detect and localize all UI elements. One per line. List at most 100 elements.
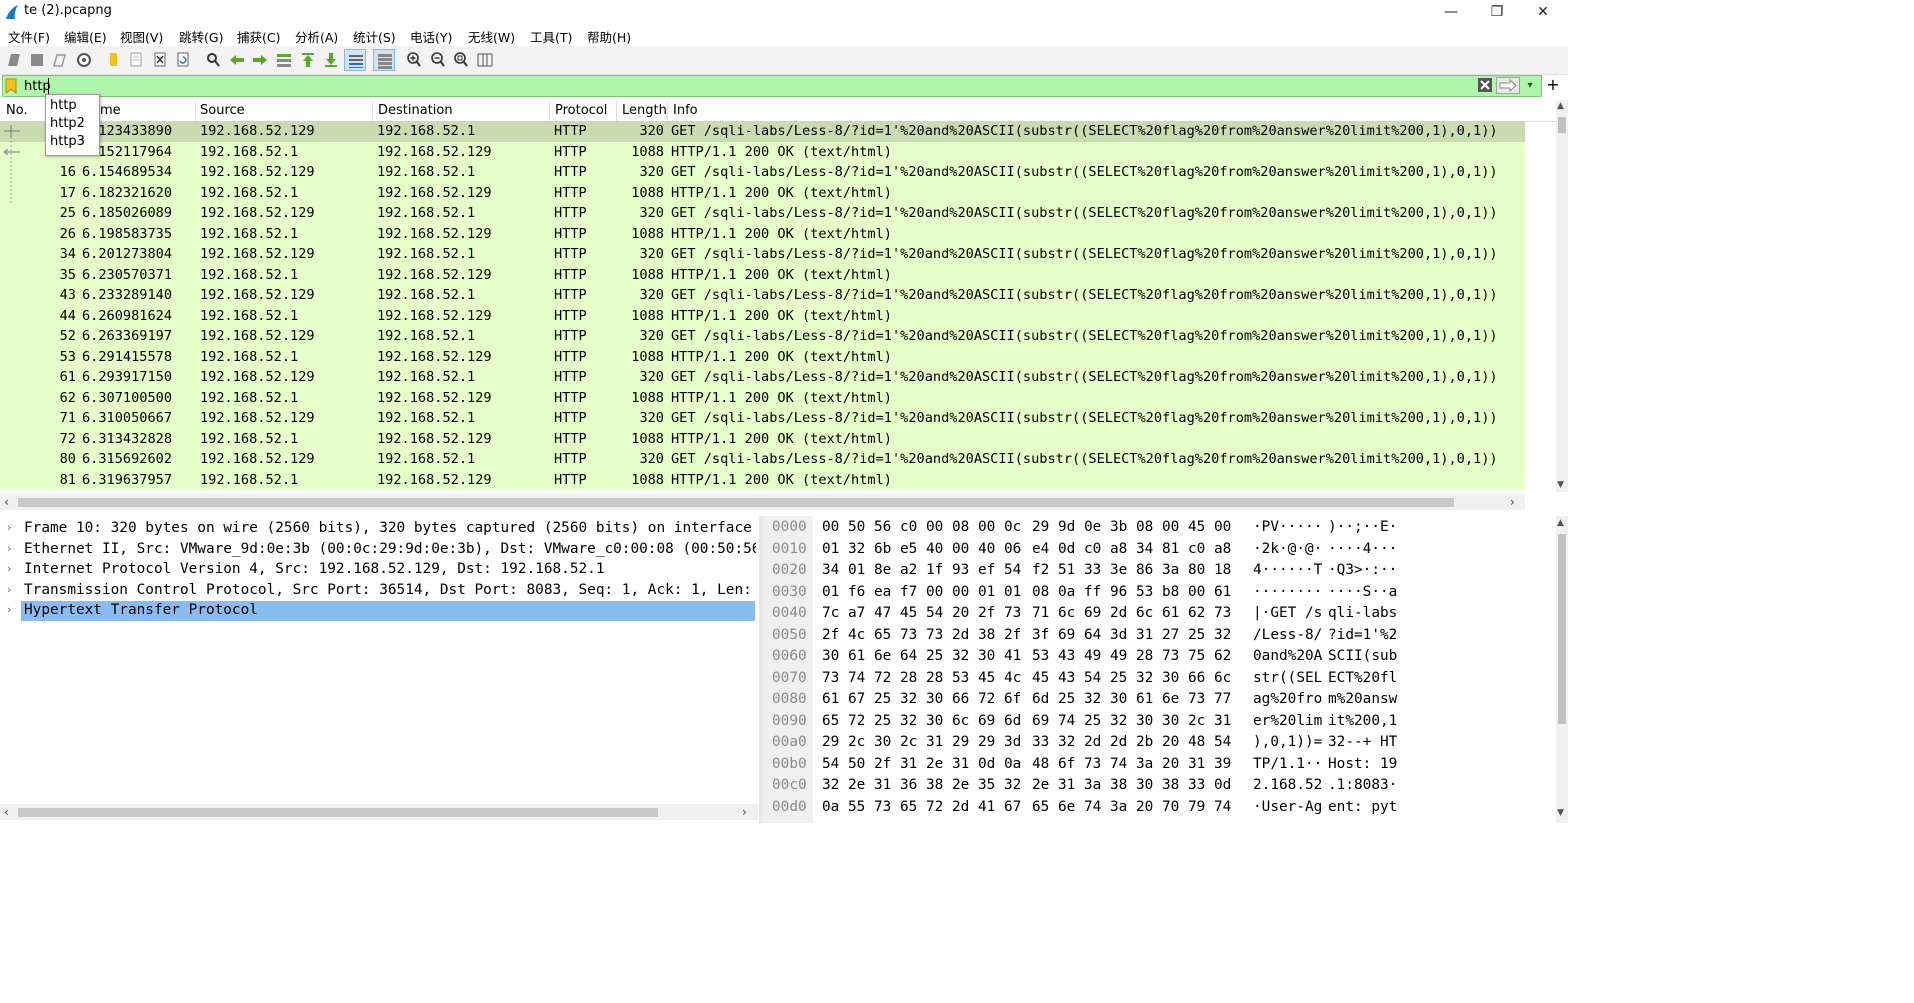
ascii-bytes-group[interactable]: ag%20fro	[1253, 691, 1322, 713]
hex-bytes-group[interactable]: 69 74 25 32 30 30 2c 31	[1032, 713, 1231, 735]
hex-bytes-group[interactable]: f2 51 33 3e 86 3a 80 18	[1032, 562, 1231, 584]
column-header-length[interactable]: Length	[622, 103, 667, 118]
ascii-bytes-group[interactable]: SCII(sub	[1328, 648, 1397, 670]
ascii-bytes-group[interactable]: .1:8083·	[1328, 777, 1397, 799]
ascii-bytes-group[interactable]: ECT%20fl	[1328, 670, 1397, 692]
close-file-icon[interactable]	[149, 49, 171, 71]
packet-row[interactable]: 116.152117964192.168.52.1192.168.52.129H…	[0, 142, 1525, 163]
close-button[interactable]: ✕	[1520, 0, 1566, 24]
packet-row[interactable]: 26 6.198583735 192.168.52.1 192.168.52.129 H…	[0, 224, 1525, 245]
details-tree-item[interactable]: › Hypertext Transfer Protocol	[0, 601, 756, 622]
scrollbar-thumb[interactable]	[1558, 534, 1566, 724]
menu-help[interactable]: 帮助(H)	[587, 27, 631, 46]
hex-bytes-group[interactable]: 00 50 56 c0 00 08 00 0c	[822, 519, 1021, 541]
byte-offset[interactable]: 00c0	[772, 777, 807, 799]
column-divider[interactable]	[616, 100, 617, 121]
scroll-left-arrow-icon[interactable]: ‹	[4, 805, 9, 819]
apply-filter-button[interactable]	[1496, 77, 1520, 94]
find-packet-icon[interactable]	[202, 49, 224, 71]
byte-offset[interactable]: 00a0	[772, 734, 807, 756]
hex-bytes-group[interactable]: 33 32 2d 2d 2b 20 48 54	[1032, 734, 1231, 756]
packet-row[interactable]: 80 6.315692602 192.168.52.129 192.168.52.1 H…	[0, 449, 1525, 470]
byte-offset[interactable]: 00d0	[772, 799, 807, 821]
ascii-bytes-group[interactable]: 4······T	[1253, 562, 1322, 584]
hex-bytes-group[interactable]: 65 72 25 32 30 6c 69 6d	[822, 713, 1021, 735]
reload-file-icon[interactable]	[172, 49, 194, 71]
clear-filter-icon[interactable]	[1478, 78, 1492, 92]
byte-offset[interactable]: 0020	[772, 562, 807, 584]
byte-offset[interactable]: 0010	[772, 541, 807, 563]
packet-row[interactable]: 35 6.230570371 192.168.52.1 192.168.52.129 H…	[0, 265, 1525, 286]
packet-details-tree[interactable]: › Frame 10: 320 bytes on wire (2560 bits)…	[0, 516, 758, 801]
menu-edit[interactable]: 编辑(E)	[64, 27, 107, 46]
column-divider[interactable]	[372, 100, 373, 121]
scrollbar-thumb[interactable]	[1558, 117, 1566, 133]
scroll-left-arrow-icon[interactable]: ‹	[4, 495, 9, 509]
hex-bytes-group[interactable]: 45 43 54 25 32 30 66 6c	[1032, 670, 1231, 692]
scroll-right-arrow-icon[interactable]: ›	[742, 805, 747, 819]
packet-row[interactable]: 62 6.307100500 192.168.52.1 192.168.52.129 H…	[0, 388, 1525, 409]
scrollbar-thumb[interactable]	[18, 808, 658, 817]
scroll-up-arrow-icon[interactable]: ▲	[1557, 518, 1564, 528]
menu-wireless[interactable]: 无线(W)	[468, 27, 515, 46]
menu-capture[interactable]: 捕获(C)	[237, 27, 280, 46]
resize-columns-icon[interactable]	[474, 49, 496, 71]
column-header-info[interactable]: Info	[673, 103, 698, 118]
hex-bytes-group[interactable]: 6d 25 32 30 61 6e 73 77	[1032, 691, 1231, 713]
ascii-bytes-group[interactable]: ····S··a	[1328, 584, 1397, 606]
packet-row[interactable]: 44 6.260981624 192.168.52.1 192.168.52.129 H…	[0, 306, 1525, 327]
ascii-bytes-group[interactable]: 0and%20A	[1253, 648, 1322, 670]
ascii-bytes-group[interactable]: str((SEL	[1253, 670, 1322, 692]
menu-go[interactable]: 跳转(G)	[179, 27, 223, 46]
ascii-bytes-group[interactable]: 32--+ HT	[1328, 734, 1397, 756]
ascii-bytes-group[interactable]: ·Q3>·:··	[1328, 562, 1397, 584]
stop-capture-icon[interactable]	[26, 49, 48, 71]
zoom-normal-icon[interactable]	[450, 49, 472, 71]
start-capture-icon[interactable]	[3, 49, 25, 71]
byte-offset[interactable]: 0000	[772, 519, 807, 541]
hex-bytes-group[interactable]: e4 0d c0 a8 34 81 c0 a8	[1032, 541, 1231, 563]
expand-chevron-icon[interactable]: ›	[7, 542, 11, 555]
menu-view[interactable]: 视图(V)	[120, 27, 163, 46]
go-last-icon[interactable]	[320, 49, 342, 71]
zoom-out-icon[interactable]	[427, 49, 449, 71]
column-divider[interactable]	[195, 100, 196, 121]
details-tree-item[interactable]: › Frame 10: 320 bytes on wire (2560 bits)…	[0, 519, 756, 540]
details-tree-item[interactable]: › Transmission Control Protocol, Src Port…	[0, 581, 756, 602]
hex-bytes-group[interactable]: 3f 69 64 3d 31 27 25 32	[1032, 627, 1231, 649]
ascii-bytes-group[interactable]: ?id=1'%2	[1328, 627, 1397, 649]
details-tree-item[interactable]: › Ethernet II, Src: VMware_9d:0e:3b (00:0…	[0, 540, 756, 561]
open-file-icon[interactable]	[102, 49, 124, 71]
byte-offset[interactable]: 0080	[772, 691, 807, 713]
hex-bytes-group[interactable]: 32 2e 31 36 38 2e 35 32	[822, 777, 1021, 799]
packet-row[interactable]: 43 6.233289140 192.168.52.129 192.168.52.1 H…	[0, 285, 1525, 306]
ascii-bytes-group[interactable]: /Less-8/	[1253, 627, 1322, 649]
packet-row[interactable]: 72 6.313432828 192.168.52.1 192.168.52.129 H…	[0, 429, 1525, 450]
ascii-bytes-group[interactable]: m%20answ	[1328, 691, 1397, 713]
hex-bytes-group[interactable]: 08 0a ff 96 53 b8 00 61	[1032, 584, 1231, 606]
filter-history-dropdown-icon[interactable]: ▾	[1523, 78, 1537, 94]
autocomplete-item[interactable]: http3	[50, 134, 85, 149]
hex-bytes-group[interactable]: 2e 31 3a 38 30 38 33 0d	[1032, 777, 1231, 799]
ascii-bytes-group[interactable]: ent: pyt	[1328, 799, 1397, 821]
column-header-time[interactable]: me	[100, 103, 121, 118]
hex-bytes-group[interactable]: 7c a7 47 45 54 20 2f 73	[822, 605, 1021, 627]
packet-row[interactable]: 106.123433890192.168.52.129192.168.52.1H…	[0, 121, 1525, 142]
zoom-in-icon[interactable]	[403, 49, 425, 71]
ascii-bytes-group[interactable]: ········	[1253, 584, 1322, 606]
add-filter-button-icon[interactable]: +	[1544, 76, 1562, 94]
ascii-bytes-group[interactable]: ·PV·····	[1253, 519, 1322, 541]
scroll-down-arrow-icon[interactable]: ▼	[1557, 480, 1564, 490]
expand-chevron-icon[interactable]: ›	[7, 603, 11, 616]
ascii-bytes-group[interactable]: it%200,1	[1328, 713, 1397, 735]
ascii-bytes-group[interactable]: Host: 19	[1328, 756, 1397, 778]
expand-chevron-icon[interactable]: ›	[7, 583, 11, 596]
expand-chevron-icon[interactable]: ›	[7, 521, 11, 534]
scroll-down-arrow-icon[interactable]: ▼	[1557, 808, 1564, 818]
packet-row[interactable]: 81 6.319637957 192.168.52.1 192.168.52.129 H…	[0, 470, 1525, 491]
column-divider[interactable]	[667, 100, 668, 121]
ascii-bytes-group[interactable]: 2.168.52	[1253, 777, 1322, 799]
details-tree-item[interactable]: › Internet Protocol Version 4, Src: 192.1…	[0, 560, 756, 581]
hex-bytes-group[interactable]: 34 01 8e a2 1f 93 ef 54	[822, 562, 1021, 584]
packet-row[interactable]: 61 6.293917150 192.168.52.129 192.168.52.1 H…	[0, 367, 1525, 388]
